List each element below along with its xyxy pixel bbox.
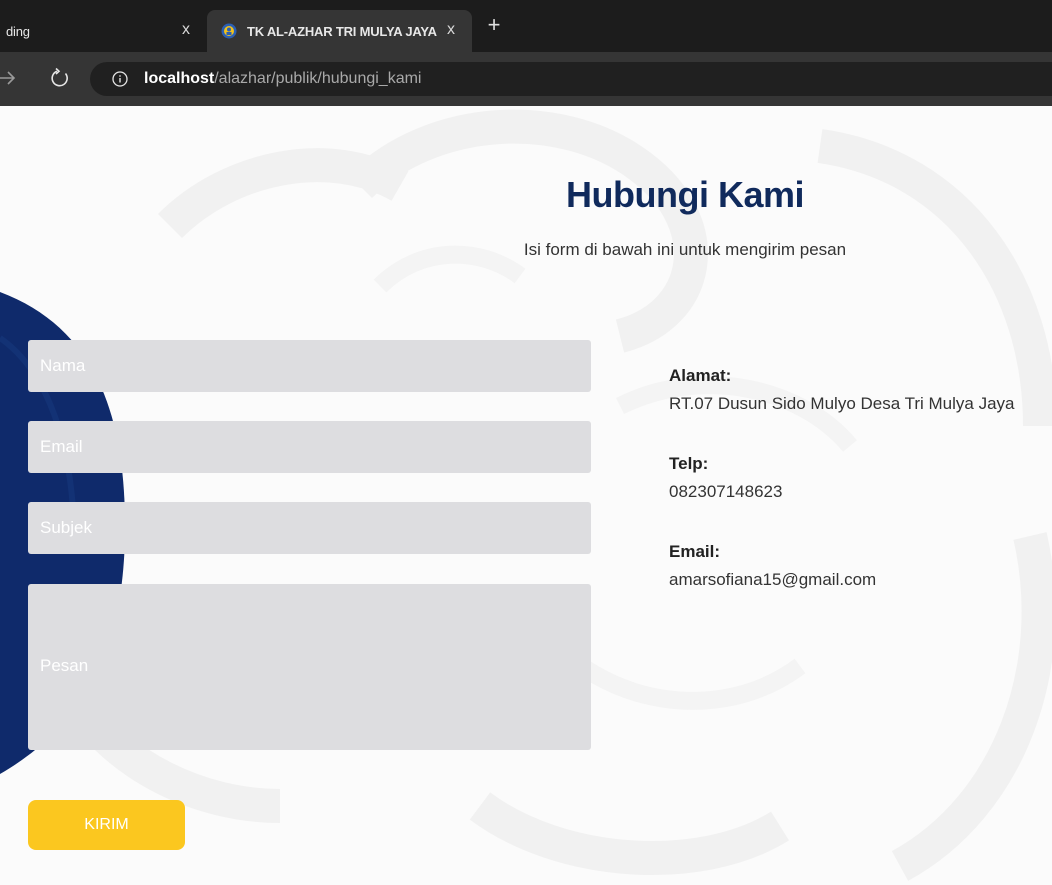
page-title: Hubungi Kami bbox=[566, 174, 804, 215]
address-value: RT.07 Dusun Sido Mulyo Desa Tri Mulya Ja… bbox=[669, 394, 1015, 413]
phone-block: Telp: 082307148623 bbox=[669, 454, 782, 502]
address-block: Alamat: RT.07 Dusun Sido Mulyo Desa Tri … bbox=[669, 366, 1015, 414]
url-path: /alazhar/publik/hubungi_kami bbox=[214, 70, 422, 87]
tab-title: TK AL-AZHAR TRI MULYA JAYA bbox=[247, 23, 437, 39]
tab-inactive[interactable]: ding x bbox=[0, 10, 205, 52]
tab-title: ding bbox=[6, 23, 30, 39]
tab-bar: ding x TK AL-AZHAR TRI MULYA JAYA x + bbox=[0, 0, 1052, 52]
info-icon[interactable] bbox=[112, 71, 128, 87]
email-block: Email: amarsofiana15@gmail.com bbox=[669, 542, 876, 590]
message-field[interactable] bbox=[28, 584, 591, 750]
forward-arrow-icon[interactable] bbox=[0, 66, 18, 90]
reload-icon[interactable] bbox=[48, 66, 72, 90]
address-bar: localhost/alazhar/publik/hubungi_kami bbox=[0, 52, 1052, 106]
name-field[interactable] bbox=[28, 340, 591, 392]
email-value: amarsofiana15@gmail.com bbox=[669, 570, 877, 589]
address-label: Alamat: bbox=[669, 366, 732, 385]
subject-field[interactable] bbox=[28, 502, 591, 554]
page-subtitle: Isi form di bawah ini untuk mengirim pes… bbox=[523, 240, 847, 259]
email-field[interactable] bbox=[28, 421, 591, 473]
tab-favicon-icon bbox=[221, 23, 237, 39]
submit-button[interactable]: KIRIM bbox=[28, 800, 185, 850]
close-icon[interactable]: x bbox=[442, 21, 460, 39]
tab-active[interactable]: TK AL-AZHAR TRI MULYA JAYA x bbox=[207, 10, 472, 52]
url-text: localhost/alazhar/publik/hubungi_kami bbox=[144, 70, 421, 88]
email-label: Email: bbox=[669, 542, 721, 561]
contact-page: Hubungi Kami Isi form di bawah ini untuk… bbox=[0, 106, 1052, 885]
phone-label: Telp: bbox=[669, 454, 709, 473]
close-icon[interactable]: x bbox=[177, 21, 195, 39]
url-bar[interactable]: localhost/alazhar/publik/hubungi_kami bbox=[90, 62, 1052, 96]
plus-icon[interactable]: + bbox=[482, 14, 506, 38]
url-host: localhost bbox=[144, 70, 215, 87]
background-decoration bbox=[0, 109, 1052, 881]
phone-value: 082307148623 bbox=[669, 482, 783, 501]
